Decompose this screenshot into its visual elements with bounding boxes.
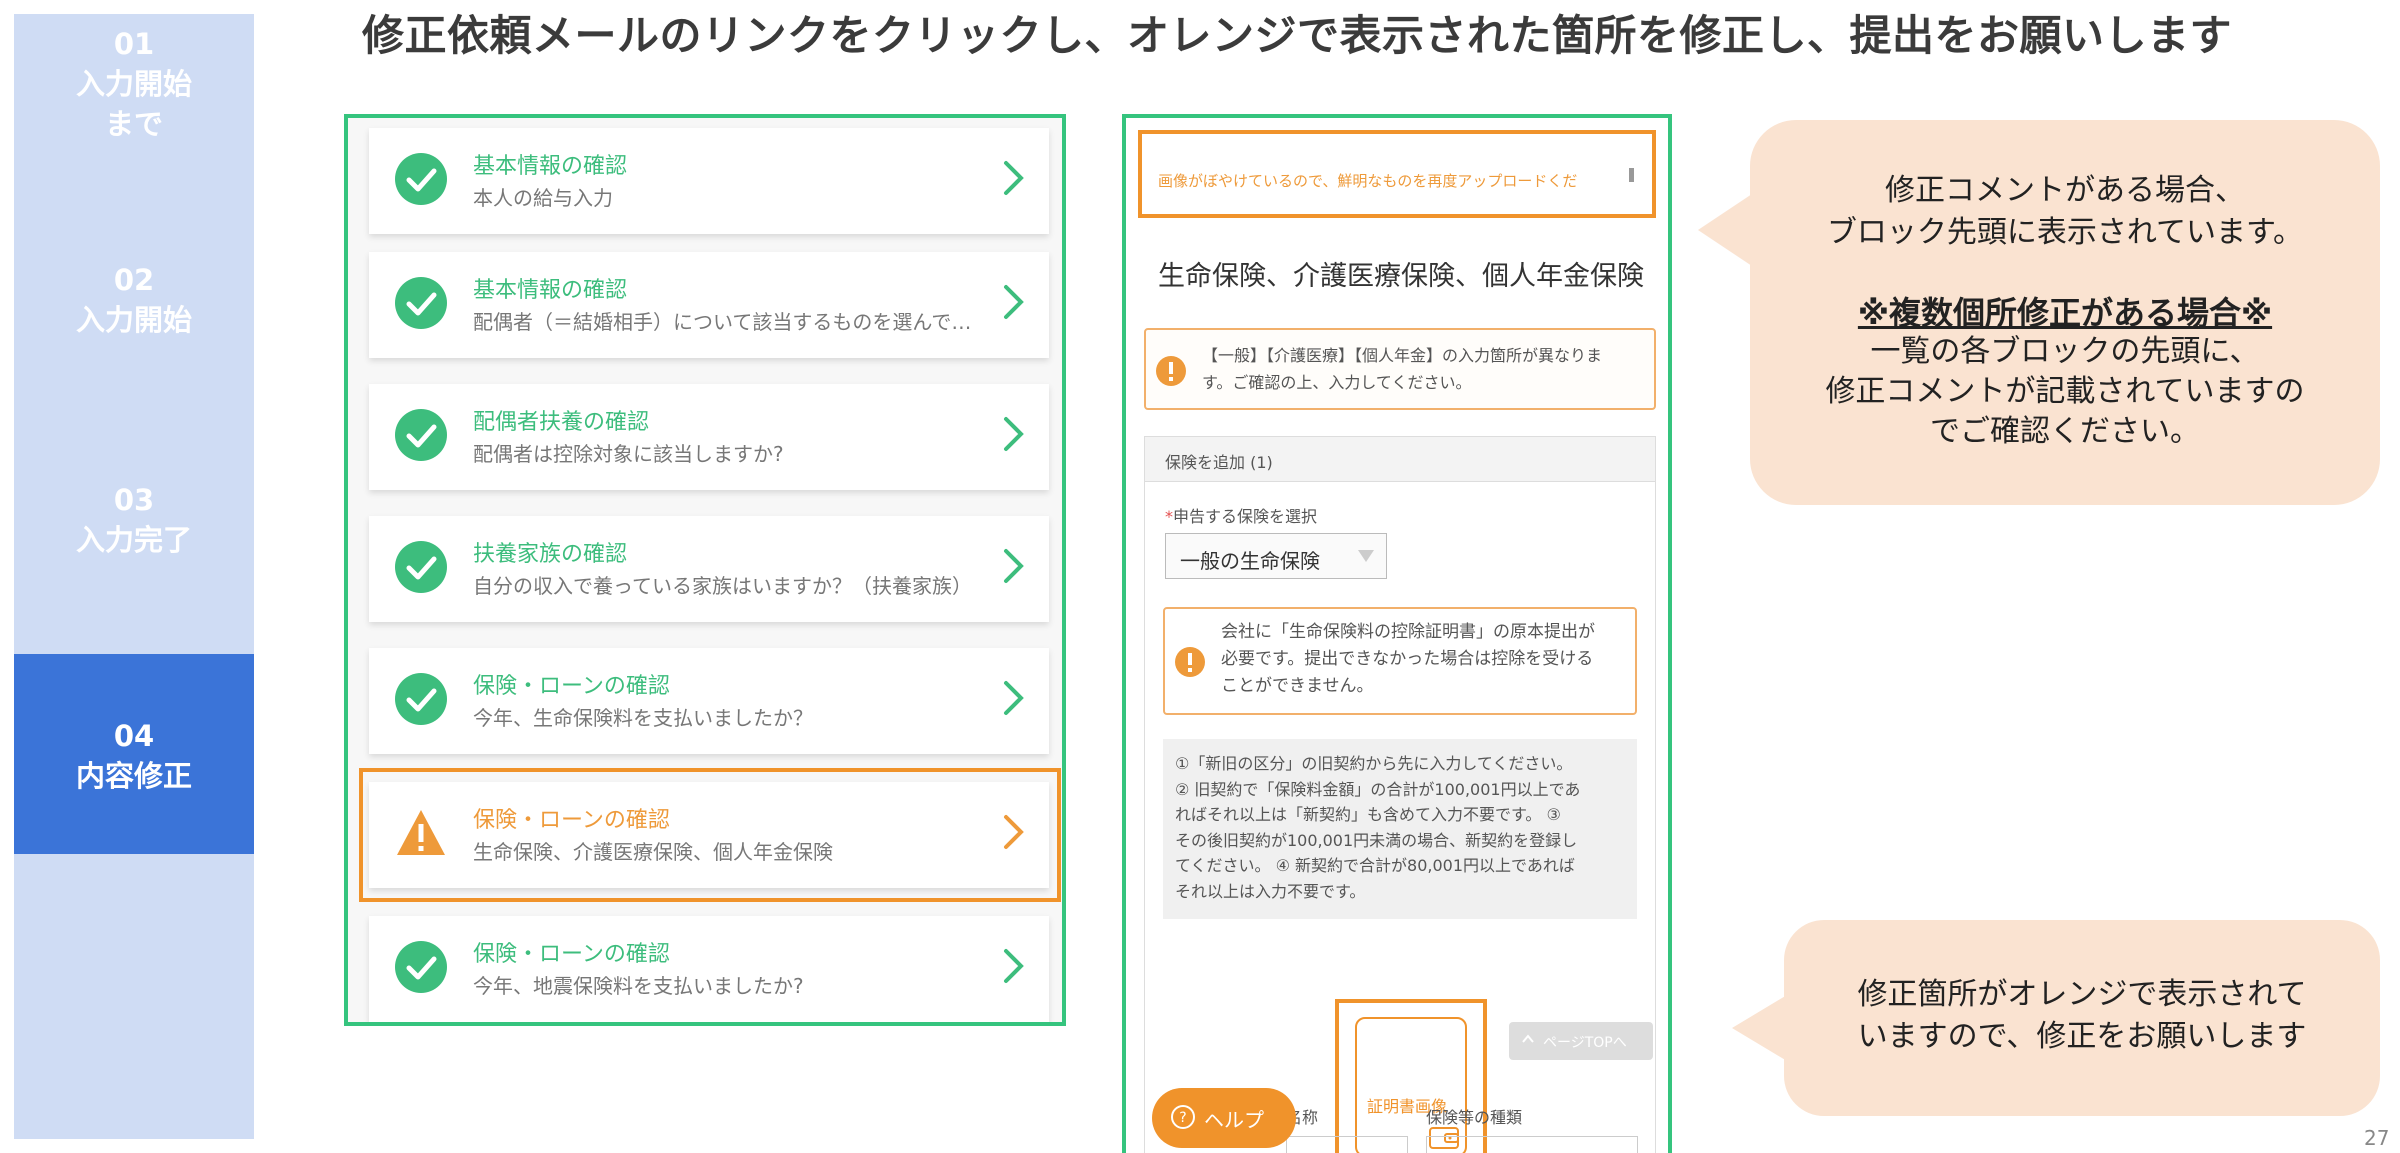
question-circle-icon: ? bbox=[1171, 1105, 1195, 1129]
form-panel: 画像がぼやけているので、鮮明なものを再度アップロードくだ 生命保険、介護医療保険… bbox=[1122, 114, 1672, 1153]
callout-bubble: 修正箇所がオレンジで表示されて いますので、修正をお願いします bbox=[1732, 920, 2380, 1116]
item-subtitle: 本人の給与入力 bbox=[473, 186, 613, 210]
list-item[interactable]: 配偶者扶養の確認 配偶者は控除対象に該当しますか? bbox=[369, 384, 1049, 490]
comment-scrollbar[interactable] bbox=[1629, 168, 1634, 182]
highlight-frame bbox=[359, 768, 1061, 902]
checklist-panel: 基本情報の確認 本人の給与入力 基本情報の確認 配偶者（＝結婚相手）について該当… bbox=[344, 114, 1066, 1026]
fix-comment: 画像がぼやけているので、鮮明なものを再度アップロードくだ bbox=[1158, 172, 1578, 190]
certificate-image-upload[interactable]: 証明書画像 bbox=[1355, 1017, 1467, 1153]
alert-text: 【一般】【介護医療】【個人年金】の入力箇所が異なりま す。ご確認の上、入力してく… bbox=[1202, 346, 1603, 392]
item-title: 扶養家族の確認 bbox=[473, 542, 628, 567]
exclamation-circle-icon bbox=[1156, 356, 1186, 386]
fix-comment-box: 画像がぼやけているので、鮮明なものを再度アップロードくだ bbox=[1138, 130, 1656, 218]
item-title: 基本情報の確認 bbox=[473, 278, 628, 303]
highlight-frame: 証明書画像 bbox=[1335, 999, 1487, 1153]
help-label: ヘルプ bbox=[1204, 1108, 1264, 1132]
callout-bubble: 修正コメントがある場合、 ブロック先頭に表示されています。 ※複数個所修正がある… bbox=[1698, 120, 2380, 505]
item-title: 保険・ローンの確認 bbox=[473, 942, 670, 967]
callout-heading: ※複数個所修正がある場合※ bbox=[1857, 294, 2273, 332]
check-circle-icon bbox=[395, 277, 447, 329]
info-text: ①「新旧の区分」の旧契約から先に入力してください。 ② 旧契約で「保険料金額」の… bbox=[1175, 754, 1581, 901]
item-title: 基本情報の確認 bbox=[473, 154, 628, 179]
page-top-button[interactable]: ページTOPへ bbox=[1509, 1022, 1653, 1060]
chevron-up-icon bbox=[1522, 1034, 1534, 1043]
step-label: 内容修正 bbox=[75, 759, 192, 793]
list-item[interactable]: 保険・ローンの確認 今年、地震保険料を支払いましたか? bbox=[369, 916, 1049, 1022]
page-top-label: ページTOPへ bbox=[1543, 1035, 1627, 1051]
check-circle-icon bbox=[395, 409, 447, 461]
page-number: 27 bbox=[2364, 1126, 2390, 1150]
step-02: 02 入力開始 bbox=[14, 260, 254, 340]
page-title: 修正依頼メールのリンクをクリックし、オレンジで表示された箇所を修正し、提出をお願… bbox=[362, 11, 2233, 60]
item-title: 保険・ローンの確認 bbox=[473, 674, 670, 699]
select-label-text: 申告する保険を選択 bbox=[1173, 507, 1318, 526]
step-label: 入力完了 bbox=[75, 523, 192, 557]
dropdown-arrow-icon bbox=[1358, 550, 1374, 562]
chevron-right-icon bbox=[1004, 285, 1024, 319]
check-circle-icon bbox=[395, 941, 447, 993]
chevron-right-icon bbox=[1004, 949, 1024, 983]
select-label: *申告する保険を選択 bbox=[1165, 503, 1317, 527]
step-number: 04 bbox=[113, 719, 155, 753]
alert-box: 会社に「生命保険料の控除証明書」の原本提出が 必要です。提出できなかった場合は控… bbox=[1163, 607, 1637, 715]
chevron-right-icon bbox=[1004, 417, 1024, 451]
svg-text:?: ? bbox=[1179, 1110, 1186, 1126]
step-01: 01 入力開始 まで bbox=[14, 24, 254, 144]
callout-text: 修正箇所がオレンジで表示されて いますので、修正をお願いします bbox=[1857, 977, 2307, 1054]
alert-box: 【一般】【介護医療】【個人年金】の入力箇所が異なりま す。ご確認の上、入力してく… bbox=[1144, 328, 1656, 410]
list-item[interactable]: 基本情報の確認 本人の給与入力 bbox=[369, 128, 1049, 234]
list-item[interactable]: 基本情報の確認 配偶者（＝結婚相手）について該当するものを選んで… bbox=[369, 252, 1049, 358]
item-title: 配偶者扶養の確認 bbox=[473, 410, 650, 435]
alert-text: 会社に「生命保険料の控除証明書」の原本提出が 必要です。提出できなかった場合は控… bbox=[1221, 622, 1595, 696]
select-value: 一般の生命保険 bbox=[1180, 549, 1320, 573]
name-field[interactable] bbox=[1286, 1136, 1408, 1153]
step-sidebar: 01 入力開始 まで 02 入力開始 03 入力完了 04 内容修正 bbox=[14, 14, 254, 1139]
step-label: 入力開始 まで bbox=[75, 67, 192, 141]
step-03: 03 入力完了 bbox=[14, 480, 254, 560]
check-circle-icon bbox=[395, 673, 447, 725]
chevron-right-icon bbox=[1004, 681, 1024, 715]
chevron-right-icon bbox=[1004, 161, 1024, 195]
required-mark: * bbox=[1165, 507, 1173, 526]
step-number: 02 bbox=[113, 263, 155, 297]
item-subtitle: 今年、地震保険料を支払いましたか? bbox=[473, 974, 804, 998]
item-subtitle: 配偶者（＝結婚相手）について該当するものを選んで… bbox=[473, 310, 972, 334]
info-box: ①「新旧の区分」の旧契約から先に入力してください。 ② 旧契約で「保険料金額」の… bbox=[1163, 739, 1637, 919]
callout-text: 一覧の各ブロックの先頭に、 修正コメントが記載されていますの でご確認ください。 bbox=[1825, 334, 2305, 449]
insurance-header: 保険を追加 (1) bbox=[1145, 437, 1655, 482]
item-subtitle: 今年、生命保険料を支払いましたか？ bbox=[473, 706, 813, 730]
check-circle-icon bbox=[395, 153, 447, 205]
bubble-tail bbox=[1732, 992, 1792, 1064]
step-label: 入力開始 bbox=[75, 303, 192, 337]
bubble-tail bbox=[1698, 190, 1758, 270]
chevron-right-icon bbox=[1004, 549, 1024, 583]
list-item[interactable]: 保険・ローンの確認 今年、生命保険料を支払いましたか？ bbox=[369, 648, 1049, 754]
item-subtitle: 配偶者は控除対象に該当しますか? bbox=[473, 442, 784, 466]
type-label: 保険等の種類 bbox=[1426, 1108, 1523, 1127]
step-number: 03 bbox=[113, 483, 155, 517]
help-button[interactable]: ? ヘルプ bbox=[1152, 1088, 1296, 1148]
type-field[interactable] bbox=[1426, 1136, 1638, 1153]
step-number: 01 bbox=[113, 27, 155, 61]
insurance-header-label: 保険を追加 (1) bbox=[1165, 453, 1273, 472]
item-subtitle: 自分の収入で養っている家族はいますか？（扶養家族） bbox=[473, 574, 972, 598]
callout-text: 修正コメントがある場合、 ブロック先頭に表示されています。 bbox=[1826, 173, 2304, 250]
list-item[interactable]: 扶養家族の確認 自分の収入で養っている家族はいますか？（扶養家族） bbox=[369, 516, 1049, 622]
section-title: 生命保険、介護医療保険、個人年金保険 bbox=[1158, 261, 1644, 292]
insurance-type-select[interactable]: 一般の生命保険 bbox=[1165, 533, 1387, 579]
check-circle-icon bbox=[395, 541, 447, 593]
exclamation-circle-icon bbox=[1175, 647, 1205, 677]
step-04-active: 04 内容修正 bbox=[14, 654, 254, 854]
